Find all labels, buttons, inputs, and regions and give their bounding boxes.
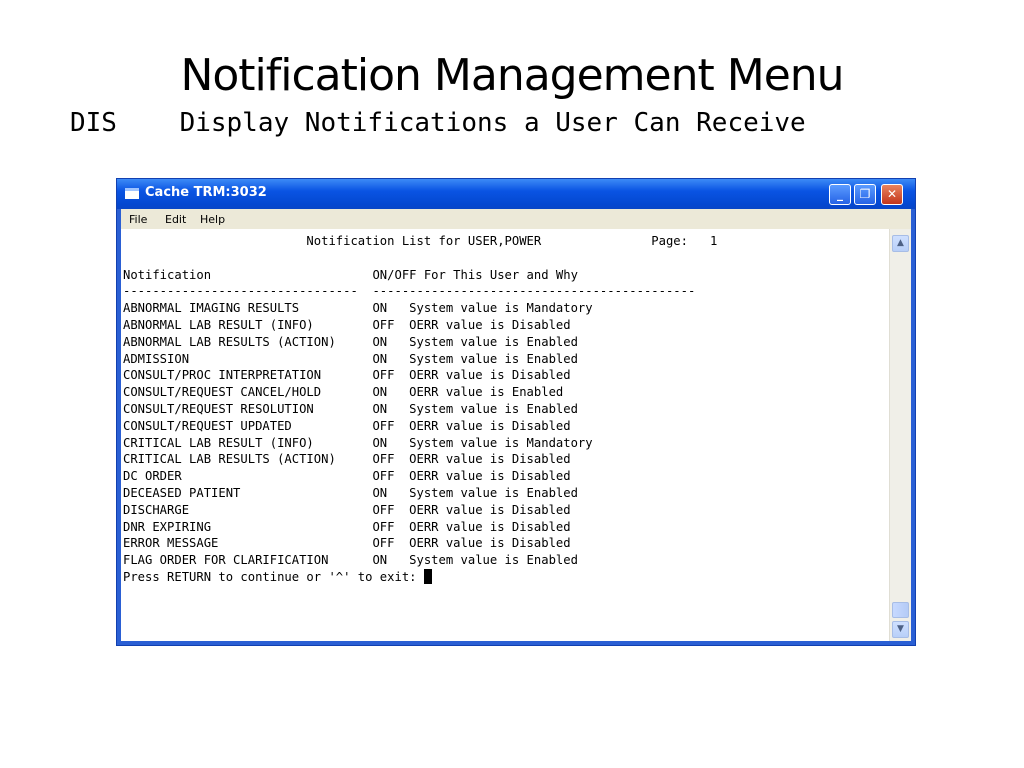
notification-row: ABNORMAL LAB RESULT (INFO) OFF OERR valu… <box>123 317 571 332</box>
notification-row: DC ORDER OFF OERR value is Disabled <box>123 469 571 484</box>
notification-row: CRITICAL LAB RESULTS (ACTION) OFF OERR v… <box>123 452 571 467</box>
scroll-up-icon[interactable]: ▲ <box>892 235 909 252</box>
terminal-window: Cache TRM:3032 _ ❐ ✕ File Edit Help Noti… <box>116 178 916 646</box>
notification-row: CONSULT/REQUEST UPDATED OFF OERR value i… <box>123 418 571 433</box>
notification-row: DNR EXPIRING OFF OERR value is Disabled <box>123 519 571 534</box>
notification-row: ABNORMAL LAB RESULTS (ACTION) ON System … <box>123 334 578 349</box>
terminal-output: Notification List for USER,POWER Page: 1… <box>123 233 717 586</box>
notification-row: DISCHARGE OFF OERR value is Disabled <box>123 502 571 517</box>
vertical-scrollbar[interactable]: ▲ ▼ <box>889 229 911 641</box>
notification-row: ABNORMAL IMAGING RESULTS ON System value… <box>123 301 593 316</box>
terminal-screen[interactable]: Notification List for USER,POWER Page: 1… <box>121 229 889 641</box>
terminal-window-icon <box>125 188 139 199</box>
column-headers: Notification ON/OFF For This User and Wh… <box>123 267 578 282</box>
maximize-button[interactable]: ❐ <box>854 184 876 205</box>
scroll-down-icon[interactable]: ▼ <box>892 621 909 638</box>
menu-bar: File Edit Help <box>121 209 911 229</box>
terminal-header: Notification List for USER,POWER Page: 1 <box>123 234 718 248</box>
notification-row: CRITICAL LAB RESULT (INFO) ON System val… <box>123 435 593 450</box>
scroll-thumb[interactable] <box>892 602 909 618</box>
slide-title: Notification Management Menu <box>180 50 844 101</box>
minimize-button[interactable]: _ <box>829 184 851 205</box>
close-button[interactable]: ✕ <box>881 184 903 205</box>
notification-row: ERROR MESSAGE OFF OERR value is Disabled <box>123 536 571 551</box>
notification-row: FLAG ORDER FOR CLARIFICATION ON System v… <box>123 553 578 568</box>
notification-row: ADMISSION ON System value is Enabled <box>123 351 578 366</box>
notification-row: CONSULT/REQUEST CANCEL/HOLD ON OERR valu… <box>123 385 564 400</box>
terminal-prompt: Press RETURN to continue or '^' to exit: <box>123 569 424 584</box>
header-underline: -------------------------------- -------… <box>123 284 696 299</box>
notification-row: DECEASED PATIENT ON System value is Enab… <box>123 485 578 500</box>
notification-row: CONSULT/PROC INTERPRETATION OFF OERR val… <box>123 368 571 383</box>
text-cursor[interactable] <box>423 568 432 584</box>
window-title: Cache TRM:3032 <box>145 185 267 200</box>
window-titlebar[interactable]: Cache TRM:3032 _ ❐ ✕ <box>117 179 915 209</box>
menu-file[interactable]: File <box>129 213 147 226</box>
slide-subtitle: DIS Display Notifications a User Can Rec… <box>70 108 806 138</box>
notification-row: CONSULT/REQUEST RESOLUTION ON System val… <box>123 401 578 416</box>
menu-edit[interactable]: Edit <box>165 213 186 226</box>
menu-help[interactable]: Help <box>200 213 225 226</box>
